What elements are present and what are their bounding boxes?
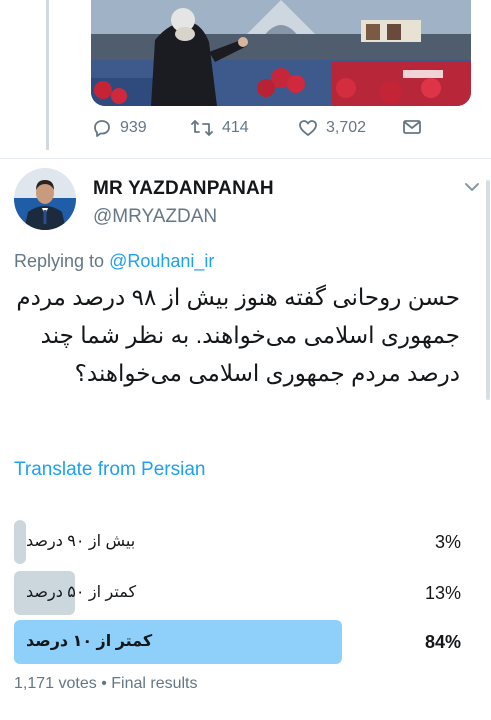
display-name[interactable]: MR YAZDANPANAH xyxy=(93,178,274,200)
user-handle[interactable]: @MRYAZDAN xyxy=(93,206,217,228)
retweet-count: 414 xyxy=(222,119,249,136)
poll-meta-separator: • xyxy=(101,675,107,692)
poll-bar xyxy=(14,520,26,564)
chevron-down-icon[interactable] xyxy=(463,180,481,194)
poll-option-percent: 13% xyxy=(424,583,461,603)
retweet-icon xyxy=(191,120,213,136)
poll-option-label: کمتر از ۱۰ درصد xyxy=(26,633,153,650)
poll-option: کمتر از ۵۰ درصد 13% xyxy=(14,571,461,615)
poll-vote-count: 1,171 votes xyxy=(14,675,97,692)
like-action[interactable]: 3,702 xyxy=(298,118,366,138)
poll-option-winner: کمتر از ۱۰ درصد 84% xyxy=(14,620,461,664)
poll-option-percent: 84% xyxy=(424,632,461,652)
poll-option-label: بیش از ۹۰ درصد xyxy=(26,533,136,550)
retweet-action[interactable]: 414 xyxy=(190,118,249,138)
tweet-text: حسن روحانی گفته هنوز بیش از ۹۸ درصد مردم… xyxy=(16,284,460,386)
like-icon xyxy=(299,120,317,136)
poll-meta: 1,171 votes • Final results xyxy=(14,675,198,693)
reply-count: 939 xyxy=(120,119,147,136)
translate-link[interactable]: Translate from Persian xyxy=(14,459,205,481)
direct-message-action[interactable] xyxy=(402,118,422,136)
avatar-photo xyxy=(14,168,76,230)
reply-icon xyxy=(94,120,110,137)
thread-connector-line xyxy=(46,0,49,150)
poll-option-percent: 3% xyxy=(434,532,461,552)
poll-status: Final results xyxy=(111,675,198,692)
previous-tweet-actions: 939 414 3,702 xyxy=(92,118,432,146)
replying-prefix: Replying to xyxy=(14,251,105,271)
scrollbar[interactable] xyxy=(486,180,490,400)
like-count: 3,702 xyxy=(326,119,367,136)
replying-to-line: Replying to @Rouhani_ir xyxy=(14,251,214,272)
previous-tweet-photo[interactable] xyxy=(91,0,471,106)
avatar[interactable] xyxy=(14,168,76,230)
poll-option: بیش از ۹۰ درصد 3% xyxy=(14,520,461,564)
rally-photo-image xyxy=(91,0,471,106)
tweet-divider xyxy=(0,158,491,159)
message-icon xyxy=(403,120,421,134)
replying-mention-link[interactable]: @Rouhani_ir xyxy=(109,251,214,271)
poll-option-label: کمتر از ۵۰ درصد xyxy=(26,584,137,601)
reply-action[interactable]: 939 xyxy=(92,118,147,138)
